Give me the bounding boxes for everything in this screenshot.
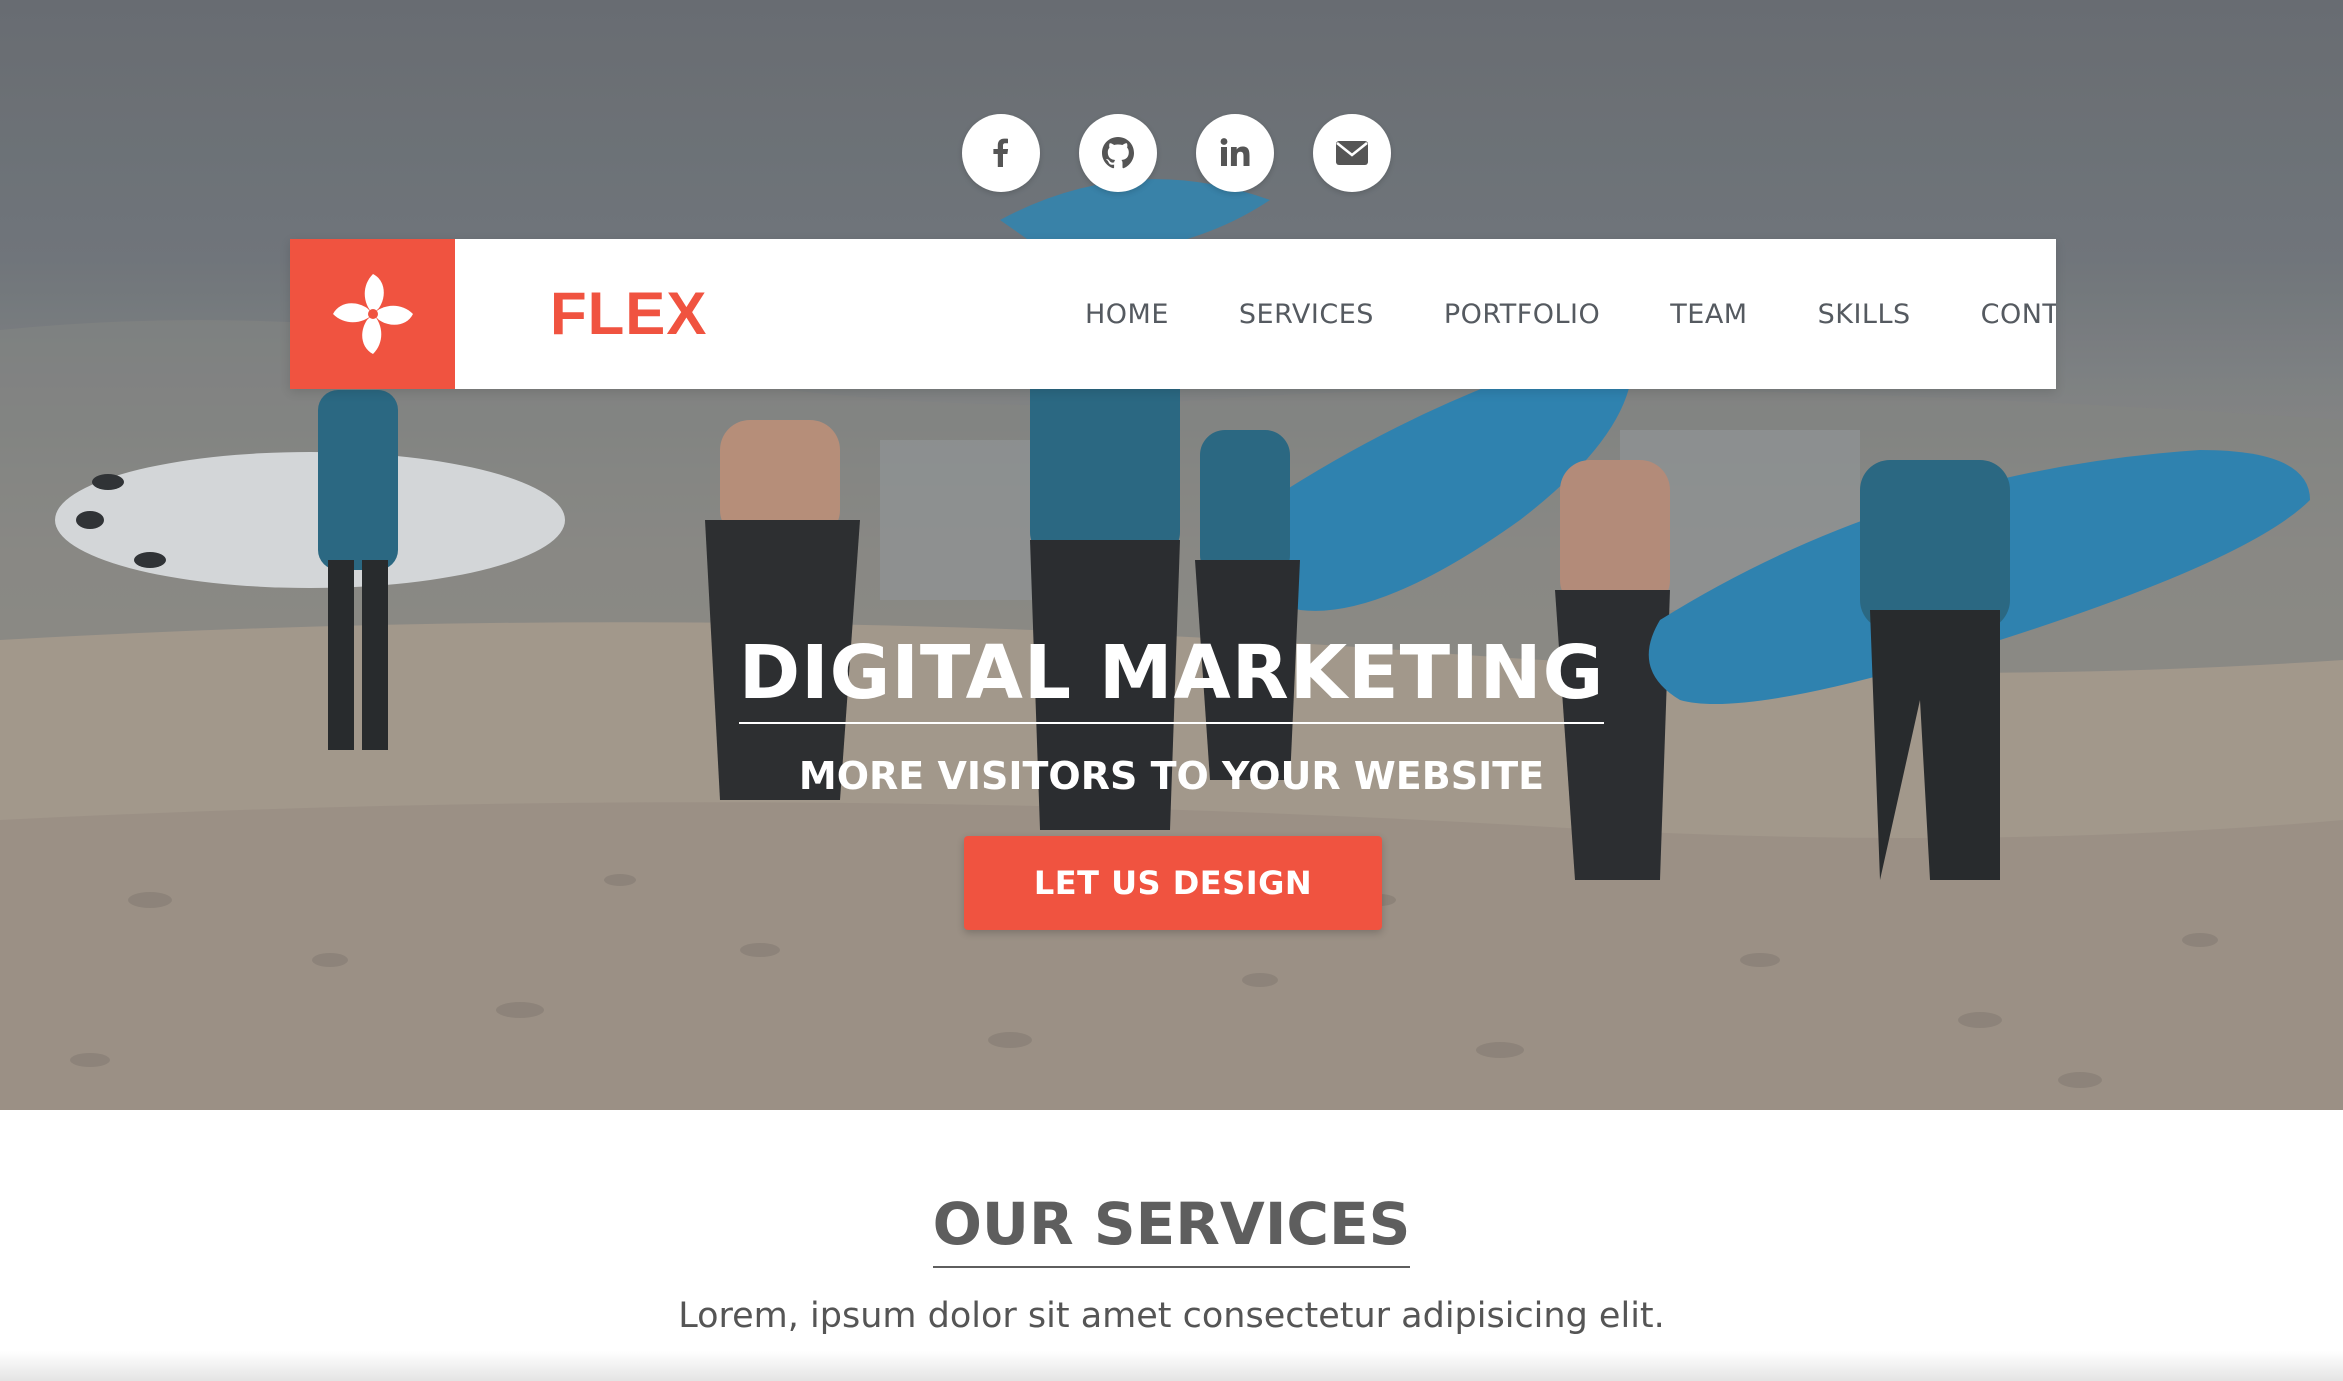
services-section: OUR SERVICES Lorem, ipsum dolor sit amet… bbox=[0, 1110, 2343, 1381]
services-title: OUR SERVICES bbox=[932, 1190, 1411, 1268]
nav-menu-clip: HOME SERVICES PORTFOLIO TEAM SKILLS CONT… bbox=[290, 239, 2056, 389]
nav-link-skills[interactable]: SKILLS bbox=[1818, 299, 1911, 330]
email-link[interactable] bbox=[1313, 114, 1391, 192]
hero-section: FLEX HOME SERVICES PORTFOLIO TEAM SKILLS… bbox=[0, 0, 2343, 1110]
envelope-icon bbox=[1336, 141, 1368, 165]
linkedin-icon bbox=[1220, 138, 1250, 166]
nav-menu: HOME SERVICES PORTFOLIO TEAM SKILLS CONT… bbox=[1085, 239, 2056, 389]
bottom-fade bbox=[0, 1351, 2343, 1381]
linkedin-link[interactable] bbox=[1196, 114, 1274, 192]
services-description: Lorem, ipsum dolor sit amet consectetur … bbox=[678, 1296, 1665, 1336]
nav-link-contact[interactable]: CONTACT bbox=[1981, 299, 2056, 330]
nav-link-team[interactable]: TEAM bbox=[1670, 299, 1747, 330]
hero-subtitle: MORE VISITORS TO YOUR WEBSITE bbox=[798, 754, 1545, 798]
facebook-link[interactable] bbox=[962, 114, 1040, 192]
cta-button[interactable]: LET US DESIGN bbox=[964, 836, 1382, 930]
facebook-icon bbox=[993, 138, 1009, 167]
main-navbar: FLEX HOME SERVICES PORTFOLIO TEAM SKILLS… bbox=[290, 239, 2056, 389]
github-link[interactable] bbox=[1079, 114, 1157, 192]
nav-link-portfolio[interactable]: PORTFOLIO bbox=[1444, 299, 1600, 330]
social-links bbox=[962, 114, 1391, 192]
nav-link-services[interactable]: SERVICES bbox=[1239, 299, 1374, 330]
nav-link-home[interactable]: HOME bbox=[1085, 299, 1169, 330]
github-icon bbox=[1102, 137, 1134, 169]
hero-title: DIGITAL MARKETING bbox=[738, 630, 1605, 724]
services-title-wrap: OUR SERVICES bbox=[0, 1190, 2343, 1268]
hero-headline-wrap: DIGITAL MARKETING bbox=[0, 630, 2343, 724]
